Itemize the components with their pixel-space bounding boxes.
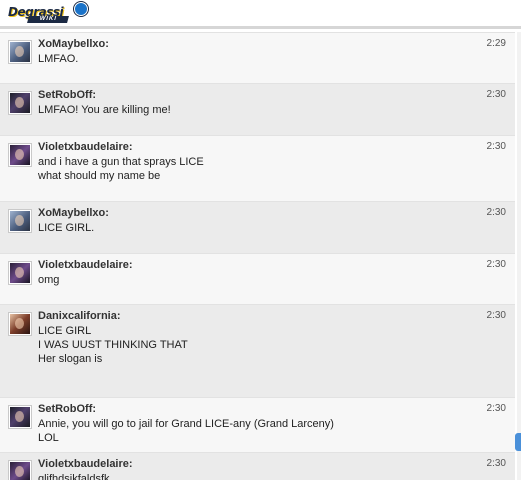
message-username[interactable]: Violetxbaudelaire: <box>38 259 133 271</box>
chat-message: SetRobOff: 2:30 LMFAO! You are killing me! <box>0 83 515 135</box>
message-body: Annie, you will go to jail for Grand LIC… <box>38 417 334 445</box>
avatar-face <box>15 149 24 160</box>
message-body: LICE GIRL. <box>38 221 94 235</box>
message-text-line: LMFAO. <box>38 53 79 65</box>
message-timestamp: 2:30 <box>486 403 506 414</box>
user-avatar[interactable] <box>9 210 31 232</box>
chat-message: Violetxbaudelaire: 2:30 omg <box>0 253 515 304</box>
logo-badge-icon <box>74 2 88 16</box>
message-text-line: I WAS UUST THINKING THAT <box>38 339 188 351</box>
message-text-line: and i have a gun that sprays LICE <box>38 156 204 168</box>
message-timestamp: 2:30 <box>486 458 506 469</box>
user-avatar[interactable] <box>9 406 31 428</box>
scroll-handle[interactable] <box>515 433 521 451</box>
message-username[interactable]: SetRobOff: <box>38 89 96 101</box>
message-username[interactable]: Violetxbaudelaire: <box>38 141 133 153</box>
message-body: LICE GIRL I WAS UUST THINKING THAT Her slo… <box>38 324 188 366</box>
avatar-face <box>15 97 24 108</box>
message-text-line: what should my name be <box>38 170 161 182</box>
avatar-face <box>15 267 24 278</box>
avatar-face <box>15 411 24 422</box>
logo-subtitle: WIKI <box>27 16 69 23</box>
chat-message: Violetxbaudelaire: 2:30 and i have a gun t… <box>0 135 515 201</box>
message-username[interactable]: SetRobOff: <box>38 403 96 415</box>
message-body: and i have a gun that sprays LICE what sh… <box>38 155 204 183</box>
chat-message: XoMaybellxo: 2:29 LMFAO. <box>0 32 515 83</box>
wiki-logo[interactable]: Degrassi WIKI <box>8 2 88 23</box>
user-avatar[interactable] <box>9 262 31 284</box>
message-timestamp: 2:30 <box>486 141 506 152</box>
avatar-face <box>15 46 24 57</box>
message-timestamp: 2:30 <box>486 310 506 321</box>
message-text-line: qljfhdsjkfaldsfk <box>38 473 110 480</box>
avatar-face <box>15 215 24 226</box>
user-avatar[interactable] <box>9 92 31 114</box>
message-body: omg <box>38 273 59 287</box>
message-timestamp: 2:29 <box>486 38 506 49</box>
message-body: LMFAO! You are killing me! <box>38 103 171 117</box>
avatar-face <box>15 466 24 477</box>
user-avatar[interactable] <box>9 144 31 166</box>
message-timestamp: 2:30 <box>486 89 506 100</box>
header-bar: Degrassi WIKI <box>0 0 521 29</box>
message-username[interactable]: Violetxbaudelaire: <box>38 458 133 470</box>
user-avatar[interactable] <box>9 461 31 480</box>
chat-message: Danixcalifornia: 2:30 LICE GIRL I WAS UUST … <box>0 304 515 397</box>
chat-message: Violetxbaudelaire: 2:30 qljfhdsjkfaldsfk <box>0 452 515 480</box>
chat-message: XoMaybellxo: 2:30 LICE GIRL. <box>0 201 515 253</box>
message-username[interactable]: XoMaybellxo: <box>38 207 109 219</box>
user-avatar[interactable] <box>9 313 31 335</box>
message-username[interactable]: XoMaybellxo: <box>38 38 109 50</box>
message-text-line: Her slogan is <box>38 353 103 365</box>
user-avatar[interactable] <box>9 41 31 63</box>
chat-message: SetRobOff: 2:30 Annie, you will go to jail… <box>0 397 515 452</box>
avatar-face <box>15 318 24 329</box>
message-timestamp: 2:30 <box>486 259 506 270</box>
message-text-line: LMFAO! You are killing me! <box>38 104 171 116</box>
message-text-line: LICE GIRL. <box>38 222 95 234</box>
message-body: qljfhdsjkfaldsfk <box>38 472 110 480</box>
message-text-line: omg <box>38 274 60 286</box>
message-body: LMFAO. <box>38 52 78 66</box>
message-username[interactable]: Danixcalifornia: <box>38 310 121 322</box>
scrollbar-track[interactable] <box>517 32 521 480</box>
message-timestamp: 2:30 <box>486 207 506 218</box>
message-text-line: Annie, you will go to jail for Grand LIC… <box>38 418 334 430</box>
message-text-line: LOL <box>38 432 59 444</box>
chat-log[interactable]: XoMaybellxo: 2:29 LMFAO. SetRobOff: 2:30 LMFA… <box>0 32 515 480</box>
message-text-line: LICE GIRL <box>38 325 92 337</box>
